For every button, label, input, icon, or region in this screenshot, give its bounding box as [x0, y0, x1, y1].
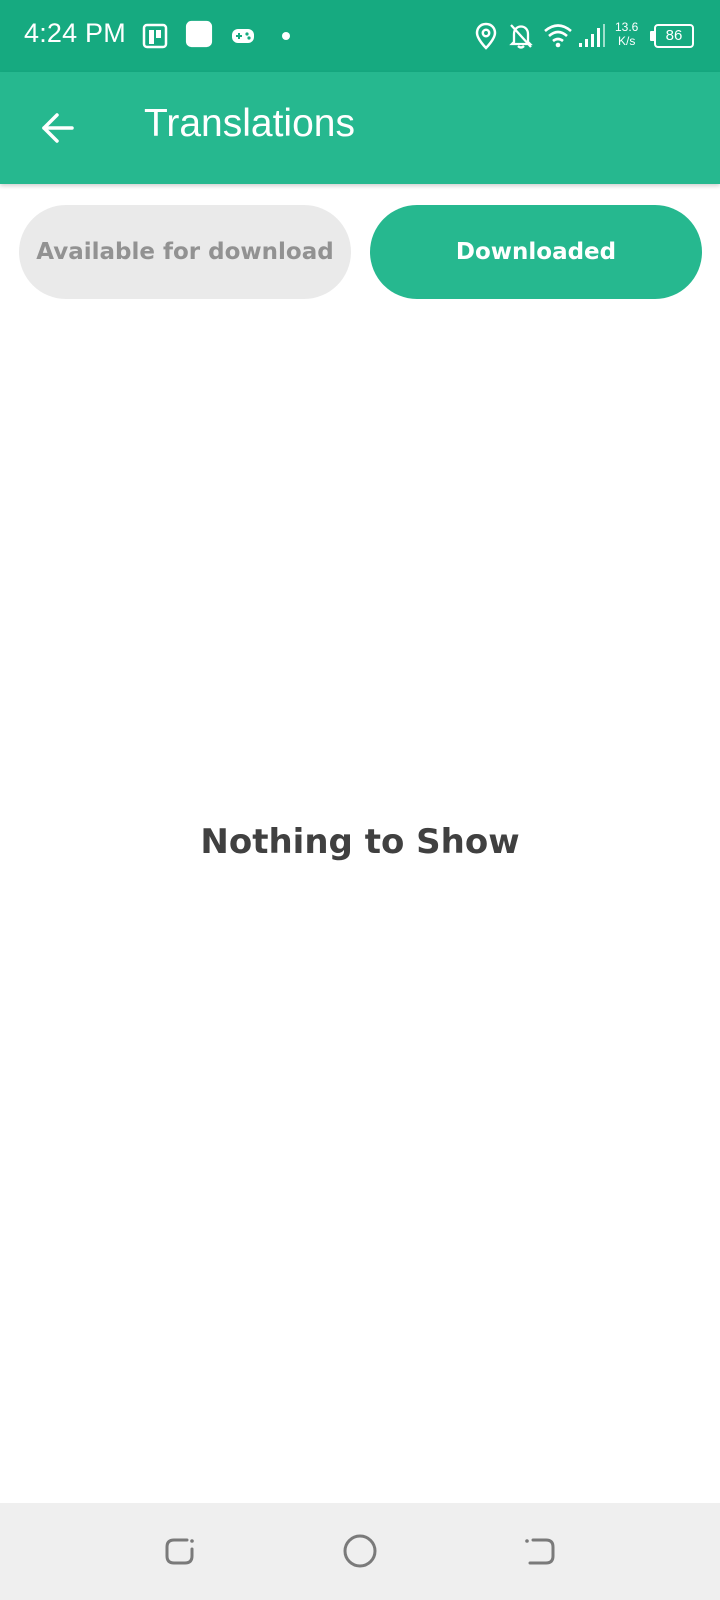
battery-icon: 86: [650, 24, 696, 48]
tab-label: Available for download: [36, 239, 334, 265]
blank-app-icon: [185, 20, 213, 48]
battery-level: 86: [665, 27, 683, 44]
tab-available-for-download[interactable]: Available for download: [19, 205, 351, 299]
page-title: Translations: [144, 102, 355, 145]
back-button[interactable]: [30, 100, 86, 156]
status-bar: 4:24 PM 13.6 K/s 86: [0, 0, 720, 72]
home-icon[interactable]: [340, 1531, 380, 1571]
arrow-left-icon: [42, 113, 74, 143]
recent-apps-icon[interactable]: [160, 1531, 200, 1571]
tab-downloaded[interactable]: Downloaded: [370, 205, 702, 299]
signal-icon: [579, 24, 605, 47]
app-icon: [142, 23, 168, 49]
back-icon[interactable]: [520, 1531, 560, 1571]
network-speed: 13.6 K/s: [615, 20, 638, 48]
empty-state-message: Nothing to Show: [200, 822, 520, 862]
wifi-icon: [544, 24, 572, 48]
tab-label: Downloaded: [455, 239, 617, 265]
status-time: 4:24 PM: [24, 18, 126, 48]
system-nav-bar: [0, 1503, 720, 1600]
bell-off-icon: [509, 24, 533, 49]
speed-value: 13.6: [615, 20, 639, 34]
dot-icon: [282, 32, 290, 40]
location-icon: [475, 22, 497, 50]
gamepad-icon: [232, 29, 254, 43]
speed-unit: K/s: [618, 34, 636, 48]
app-bar: Translations: [0, 72, 720, 184]
